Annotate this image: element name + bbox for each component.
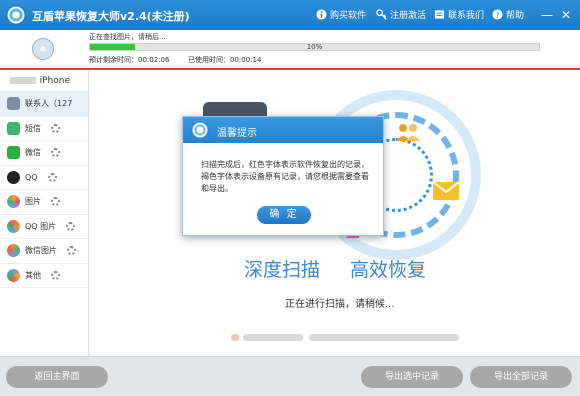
sidebar-item-qq[interactable]: QQ bbox=[0, 166, 88, 190]
register-button[interactable]: 注册激活 bbox=[376, 8, 426, 21]
dialog-header: 温馨提示 bbox=[183, 117, 383, 143]
redacted-info bbox=[309, 334, 459, 341]
dialog-title: 温馨提示 bbox=[217, 128, 257, 139]
sidebar-item-label: QQ bbox=[25, 172, 38, 182]
sidebar-item-label: 微信 bbox=[25, 148, 41, 158]
minimize-button[interactable]: — bbox=[540, 8, 554, 22]
info-icon bbox=[316, 9, 327, 20]
sidebar-item-label: 短信 bbox=[25, 123, 41, 133]
loading-spinner-icon bbox=[47, 172, 57, 182]
sidebar-item-label: 图片 bbox=[25, 197, 41, 207]
loading-spinner-icon bbox=[66, 221, 76, 231]
tip-dialog: 温馨提示 扫描完成后，红色字体表示软件恢复出的记录，褐色字体表示设备原有记录，请… bbox=[182, 116, 384, 236]
app-logo-icon bbox=[6, 5, 26, 25]
scan-progress-bar: 10% bbox=[89, 43, 540, 51]
export-all-button[interactable]: 导出全部记录 bbox=[470, 366, 572, 388]
sms-icon bbox=[7, 121, 20, 135]
qq-photos-icon bbox=[7, 219, 20, 233]
buy-software-button[interactable]: 购买软件 bbox=[316, 8, 366, 21]
sidebar-item-label: 其他 bbox=[25, 270, 41, 280]
scan-status-text: 正在查找图片，请稍后... bbox=[89, 33, 166, 41]
photos-icon bbox=[7, 195, 20, 209]
redacted-info bbox=[243, 334, 303, 341]
window-title: 互盾苹果恢复大师v2.4(未注册) bbox=[32, 10, 190, 23]
help-label: 帮助 bbox=[506, 11, 525, 21]
device-name-redacted bbox=[9, 77, 36, 84]
remaining-time-label: 预计剩余时间： bbox=[89, 56, 138, 64]
loading-spinner-icon bbox=[51, 123, 60, 133]
title-bar: 互盾苹果恢复大师v2.4(未注册) 购买软件 注册激活 联系我们 ? 帮助 — … bbox=[0, 0, 580, 30]
sidebar-item-photos[interactable]: 图片 bbox=[0, 190, 88, 215]
dialog-message: 扫描完成后，红色字体表示软件恢复出的记录，褐色字体表示设备原有记录，请您根据需要… bbox=[201, 160, 369, 193]
loading-spinner-icon bbox=[51, 148, 60, 158]
sidebar-item-qq-photos[interactable]: QQ 图片 bbox=[0, 215, 88, 239]
contact-icon bbox=[434, 10, 445, 19]
wechat-icon bbox=[7, 146, 20, 160]
scan-progress-percent: 10% bbox=[306, 43, 323, 51]
register-label: 注册激活 bbox=[390, 11, 427, 21]
scanning-status-text: 正在进行扫描，请稍候... bbox=[285, 299, 395, 310]
mail-illustration-icon bbox=[433, 182, 459, 200]
loading-spinner-icon bbox=[67, 246, 76, 256]
remaining-time: 预计剩余时间：00:02:06 bbox=[89, 55, 169, 65]
buy-software-label: 购买软件 bbox=[330, 11, 367, 21]
remaining-time-value: 00:02:06 bbox=[138, 56, 170, 64]
wechat-photos-icon bbox=[7, 244, 20, 258]
ok-button[interactable]: 确 定 bbox=[257, 206, 311, 224]
device-disc-icon bbox=[32, 38, 54, 60]
device-name: iPhone bbox=[0, 70, 88, 92]
contact-us-button[interactable]: 联系我们 bbox=[434, 8, 484, 21]
other-icon bbox=[7, 268, 20, 282]
sidebar-item-other[interactable]: 其他 bbox=[0, 264, 88, 288]
export-selected-button[interactable]: 导出选中记录 bbox=[361, 366, 463, 388]
contact-us-label: 联系我们 bbox=[448, 11, 485, 21]
contacts-icon bbox=[7, 97, 20, 111]
key-icon bbox=[376, 9, 387, 20]
close-button[interactable]: ✕ bbox=[559, 8, 573, 22]
elapsed-time-value: 00:00:14 bbox=[230, 56, 262, 64]
sidebar-item-label: 联系人（127 bbox=[25, 99, 73, 109]
qq-icon bbox=[7, 170, 20, 184]
category-sidebar: iPhone 联系人（127 短信 微信 QQ 图片 QQ 图片 微信图片 其他 bbox=[0, 70, 89, 356]
back-to-main-button[interactable]: 返回主界面 bbox=[6, 366, 108, 388]
loading-spinner-icon bbox=[51, 270, 60, 280]
efficient-recovery-heading: 高效恢复 bbox=[350, 259, 427, 281]
elapsed-time-label: 已使用时间： bbox=[188, 56, 230, 64]
help-button[interactable]: ? 帮助 bbox=[492, 8, 524, 21]
redacted-avatar bbox=[231, 334, 239, 341]
svg-text:?: ? bbox=[496, 10, 500, 19]
sidebar-item-label: QQ 图片 bbox=[25, 221, 57, 231]
help-icon: ? bbox=[492, 9, 503, 20]
contacts-count: 7 bbox=[67, 99, 73, 109]
scan-progress-panel: 正在查找图片，请稍后... 10% 预计剩余时间：00:02:06 已使用时间：… bbox=[0, 30, 580, 70]
elapsed-time: 已使用时间：00:00:14 bbox=[188, 55, 261, 65]
bottom-toolbar: 返回主界面 导出选中记录 导出全部记录 bbox=[0, 356, 580, 396]
sidebar-item-contacts[interactable]: 联系人（127 bbox=[0, 92, 88, 117]
contacts-illustration-icon bbox=[396, 124, 420, 141]
sidebar-item-wechat-photos[interactable]: 微信图片 bbox=[0, 239, 88, 264]
loading-spinner-icon bbox=[51, 197, 60, 207]
device-label: iPhone bbox=[39, 75, 70, 86]
deep-scan-heading: 深度扫描 bbox=[244, 259, 321, 281]
sidebar-item-label: 微信图片 bbox=[25, 246, 57, 256]
sidebar-item-sms[interactable]: 短信 bbox=[0, 117, 88, 141]
sidebar-item-wechat[interactable]: 微信 bbox=[0, 141, 88, 166]
dialog-logo-icon bbox=[191, 121, 209, 139]
